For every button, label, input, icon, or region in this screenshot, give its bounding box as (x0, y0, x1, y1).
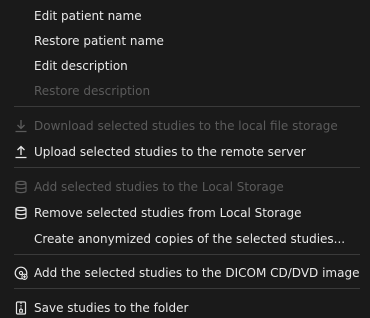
menu-item-edit-description[interactable]: Edit description (0, 55, 370, 77)
menu-separator (14, 254, 360, 255)
menu-item-download-studies: Download selected studies to the local f… (0, 115, 370, 137)
menu-separator (14, 288, 360, 289)
menu-item-label: Download selected studies to the local f… (34, 119, 338, 133)
download-icon (15, 120, 27, 133)
menu-item-add-to-dicom-cd[interactable]: Add the selected studies to the DICOM CD… (0, 262, 370, 284)
database-icon (15, 206, 27, 220)
menu-item-create-anonymized-copies[interactable]: Create anonymized copies of the selected… (0, 228, 370, 250)
menu-item-restore-patient-name[interactable]: Restore patient name (0, 30, 370, 52)
menu-item-label: Restore description (34, 84, 151, 98)
menu-item-edit-patient-name[interactable]: Edit patient name (0, 5, 370, 27)
menu-item-restore-description: Restore description (0, 80, 370, 102)
menu-item-label: Save studies to the folder (34, 301, 189, 315)
disc-icon (14, 266, 28, 280)
menu-item-label: Edit description (34, 59, 128, 73)
menu-item-label: Restore patient name (34, 34, 164, 48)
context-menu: Edit patient name Restore patient name E… (0, 0, 370, 318)
menu-item-label: Add selected studies to the Local Storag… (34, 180, 284, 194)
menu-item-add-to-local-storage: Add selected studies to the Local Storag… (0, 176, 370, 198)
menu-item-label: Create anonymized copies of the selected… (34, 232, 346, 246)
menu-item-save-studies-to-folder[interactable]: Save studies to the folder (0, 297, 370, 318)
menu-item-label: Edit patient name (34, 9, 142, 23)
menu-separator (14, 167, 360, 168)
database-icon (15, 180, 27, 194)
menu-item-label: Upload selected studies to the remote se… (34, 145, 306, 159)
archive-icon (15, 301, 27, 315)
menu-item-label: Add the selected studies to the DICOM CD… (34, 266, 360, 280)
upload-icon (15, 145, 27, 159)
menu-separator (14, 106, 360, 107)
menu-item-label: Remove selected studies from Local Stora… (34, 206, 302, 220)
menu-item-upload-studies[interactable]: Upload selected studies to the remote se… (0, 141, 370, 163)
menu-item-remove-from-local-storage[interactable]: Remove selected studies from Local Stora… (0, 202, 370, 224)
